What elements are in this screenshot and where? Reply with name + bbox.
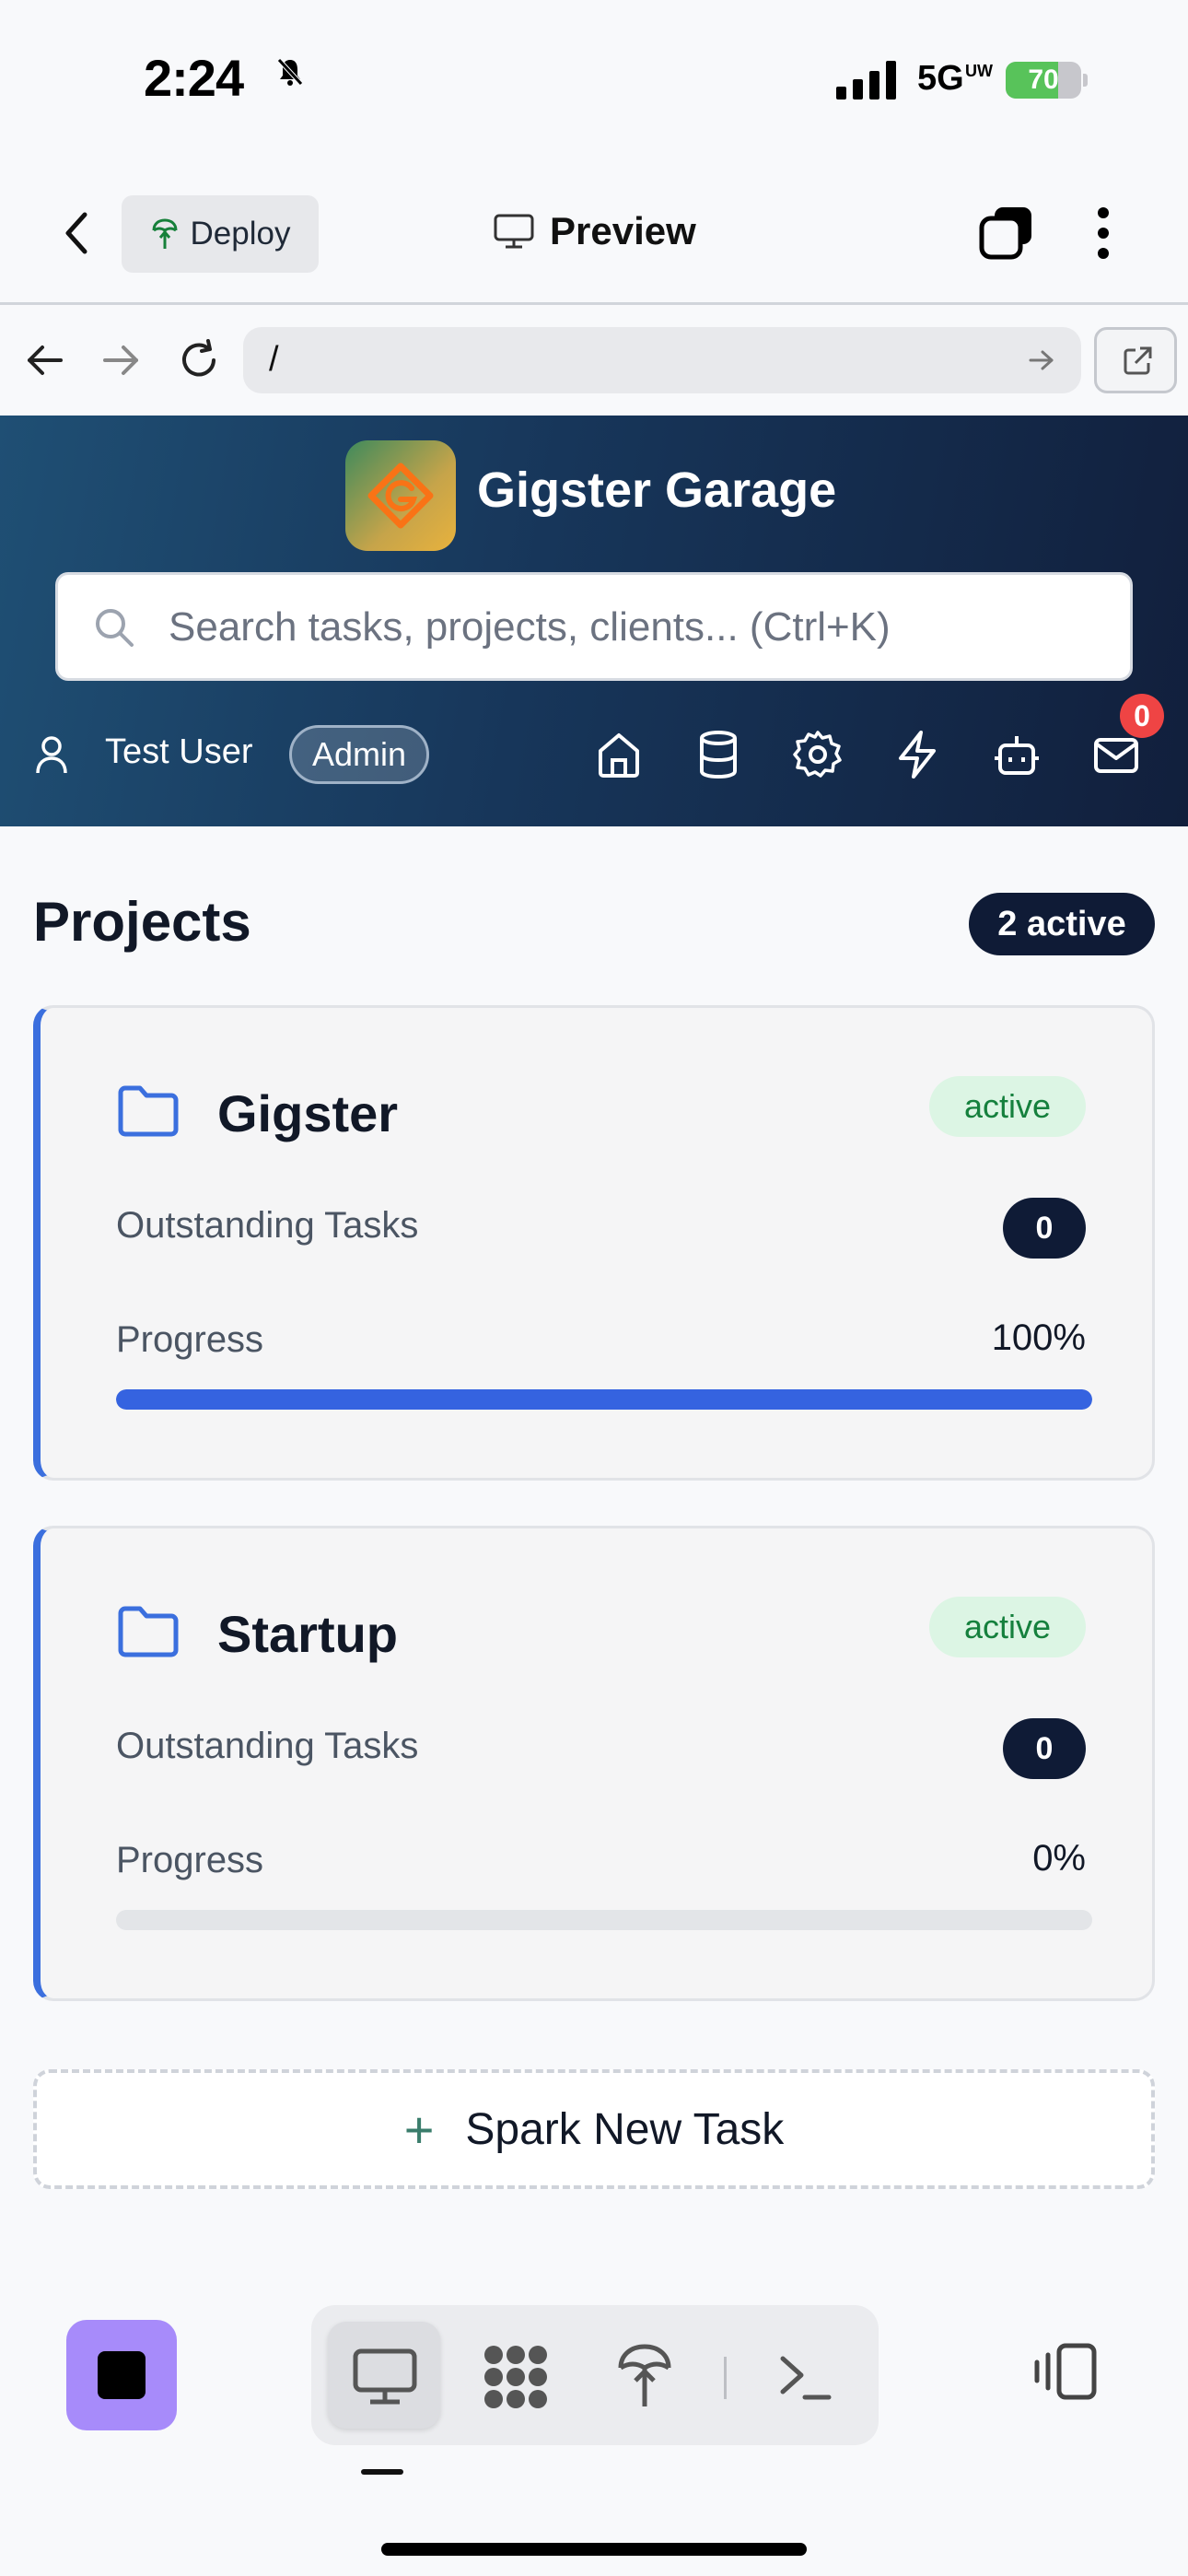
go-arrow-icon[interactable] <box>1028 347 1055 373</box>
user-name: Test User <box>105 732 253 771</box>
network-suffix: UW <box>965 62 993 80</box>
spark-new-task-button[interactable]: + Spark New Task <box>33 2069 1155 2189</box>
lightning-icon[interactable] <box>890 727 945 782</box>
view-switcher <box>311 2305 879 2445</box>
open-external-button[interactable] <box>1094 327 1177 393</box>
monitor-icon <box>494 214 534 249</box>
database-icon[interactable] <box>691 727 746 782</box>
site-header: Gigster Garage Search tasks, projects, c… <box>0 416 1188 826</box>
mail-count-badge: 0 <box>1120 694 1164 738</box>
outstanding-tasks-label: Outstanding Tasks <box>116 1205 419 1246</box>
preview-title: Preview <box>493 209 696 253</box>
search-input[interactable]: Search tasks, projects, clients... (Ctrl… <box>55 572 1133 681</box>
more-vertical-icon[interactable] <box>1092 205 1114 261</box>
external-link-icon <box>1124 346 1152 375</box>
battery-percent: 70 <box>1028 64 1059 95</box>
folder-icon <box>118 1606 179 1657</box>
outstanding-tasks-count: 0 <box>1003 1718 1086 1779</box>
home-icon[interactable] <box>591 727 646 782</box>
project-card[interactable]: Gigster active Outstanding Tasks 0 Progr… <box>33 1005 1155 1481</box>
url-text: / <box>269 340 279 379</box>
preview-icon[interactable] <box>352 2348 418 2406</box>
cellular-signal-icon <box>836 61 896 100</box>
network-label: 5G <box>917 59 964 98</box>
stop-icon <box>98 2351 146 2399</box>
url-field[interactable]: / <box>243 327 1081 393</box>
outstanding-tasks-count: 0 <box>1003 1198 1086 1259</box>
logo-g-icon <box>367 463 434 529</box>
brand-logo <box>345 440 456 551</box>
back-chevron-icon[interactable] <box>59 209 96 257</box>
project-name: Gigster <box>217 1084 399 1142</box>
deploy-icon <box>152 218 178 249</box>
bottom-toolbar <box>0 2254 1188 2576</box>
project-card[interactable]: Startup active Outstanding Tasks 0 Progr… <box>33 1526 1155 2001</box>
progress-fill <box>116 1389 1092 1410</box>
stop-button[interactable] <box>66 2320 177 2430</box>
workflow-icon[interactable] <box>481 2344 551 2410</box>
terminal-icon[interactable] <box>777 2351 833 2403</box>
active-count-badge: 2 active <box>969 893 1155 955</box>
status-badge: active <box>929 1597 1086 1657</box>
search-icon <box>96 609 134 647</box>
project-name: Startup <box>217 1605 398 1663</box>
bell-muted-icon <box>277 58 303 86</box>
section-title: Projects <box>33 891 251 953</box>
progress-bar <box>116 1389 1092 1410</box>
search-placeholder: Search tasks, projects, clients... (Ctrl… <box>169 604 891 650</box>
deploy-button[interactable]: Deploy <box>122 195 319 273</box>
user-icon <box>36 736 67 774</box>
gear-icon[interactable] <box>790 727 845 782</box>
spark-new-task-label: Spark New Task <box>465 2104 785 2154</box>
nav-back-arrow-icon[interactable] <box>24 342 64 379</box>
plus-icon: + <box>403 2100 435 2159</box>
tabs-icon[interactable] <box>978 204 1035 261</box>
outstanding-tasks-label: Outstanding Tasks <box>116 1726 419 1766</box>
url-bar: / <box>0 305 1188 416</box>
deploy-label: Deploy <box>190 216 291 252</box>
progress-value: 100% <box>991 1317 1086 1358</box>
role-badge: Admin <box>289 725 429 784</box>
active-tab-indicator <box>361 2469 403 2475</box>
folder-icon <box>118 1085 179 1137</box>
brand-name: Gigster Garage <box>477 463 837 518</box>
reload-icon[interactable] <box>177 338 221 382</box>
nav-forward-arrow-icon[interactable] <box>101 342 142 379</box>
deploy-tab-icon[interactable] <box>615 2342 674 2410</box>
status-time: 2:24 <box>144 49 244 107</box>
bot-icon[interactable] <box>989 727 1044 782</box>
home-indicator <box>381 2543 807 2556</box>
tab-divider <box>724 2357 727 2399</box>
progress-label: Progress <box>116 1319 264 1360</box>
device-layout-icon[interactable] <box>1031 2342 1098 2401</box>
battery-indicator: 70 <box>1006 62 1089 99</box>
status-badge: active <box>929 1076 1086 1137</box>
progress-value: 0% <box>1032 1838 1086 1879</box>
preview-label: Preview <box>550 209 696 252</box>
status-bar: 2:24 5G UW 70 <box>0 0 1188 161</box>
progress-bar <box>116 1910 1092 1930</box>
progress-label: Progress <box>116 1840 264 1880</box>
app-bar: Deploy Preview <box>0 161 1188 305</box>
